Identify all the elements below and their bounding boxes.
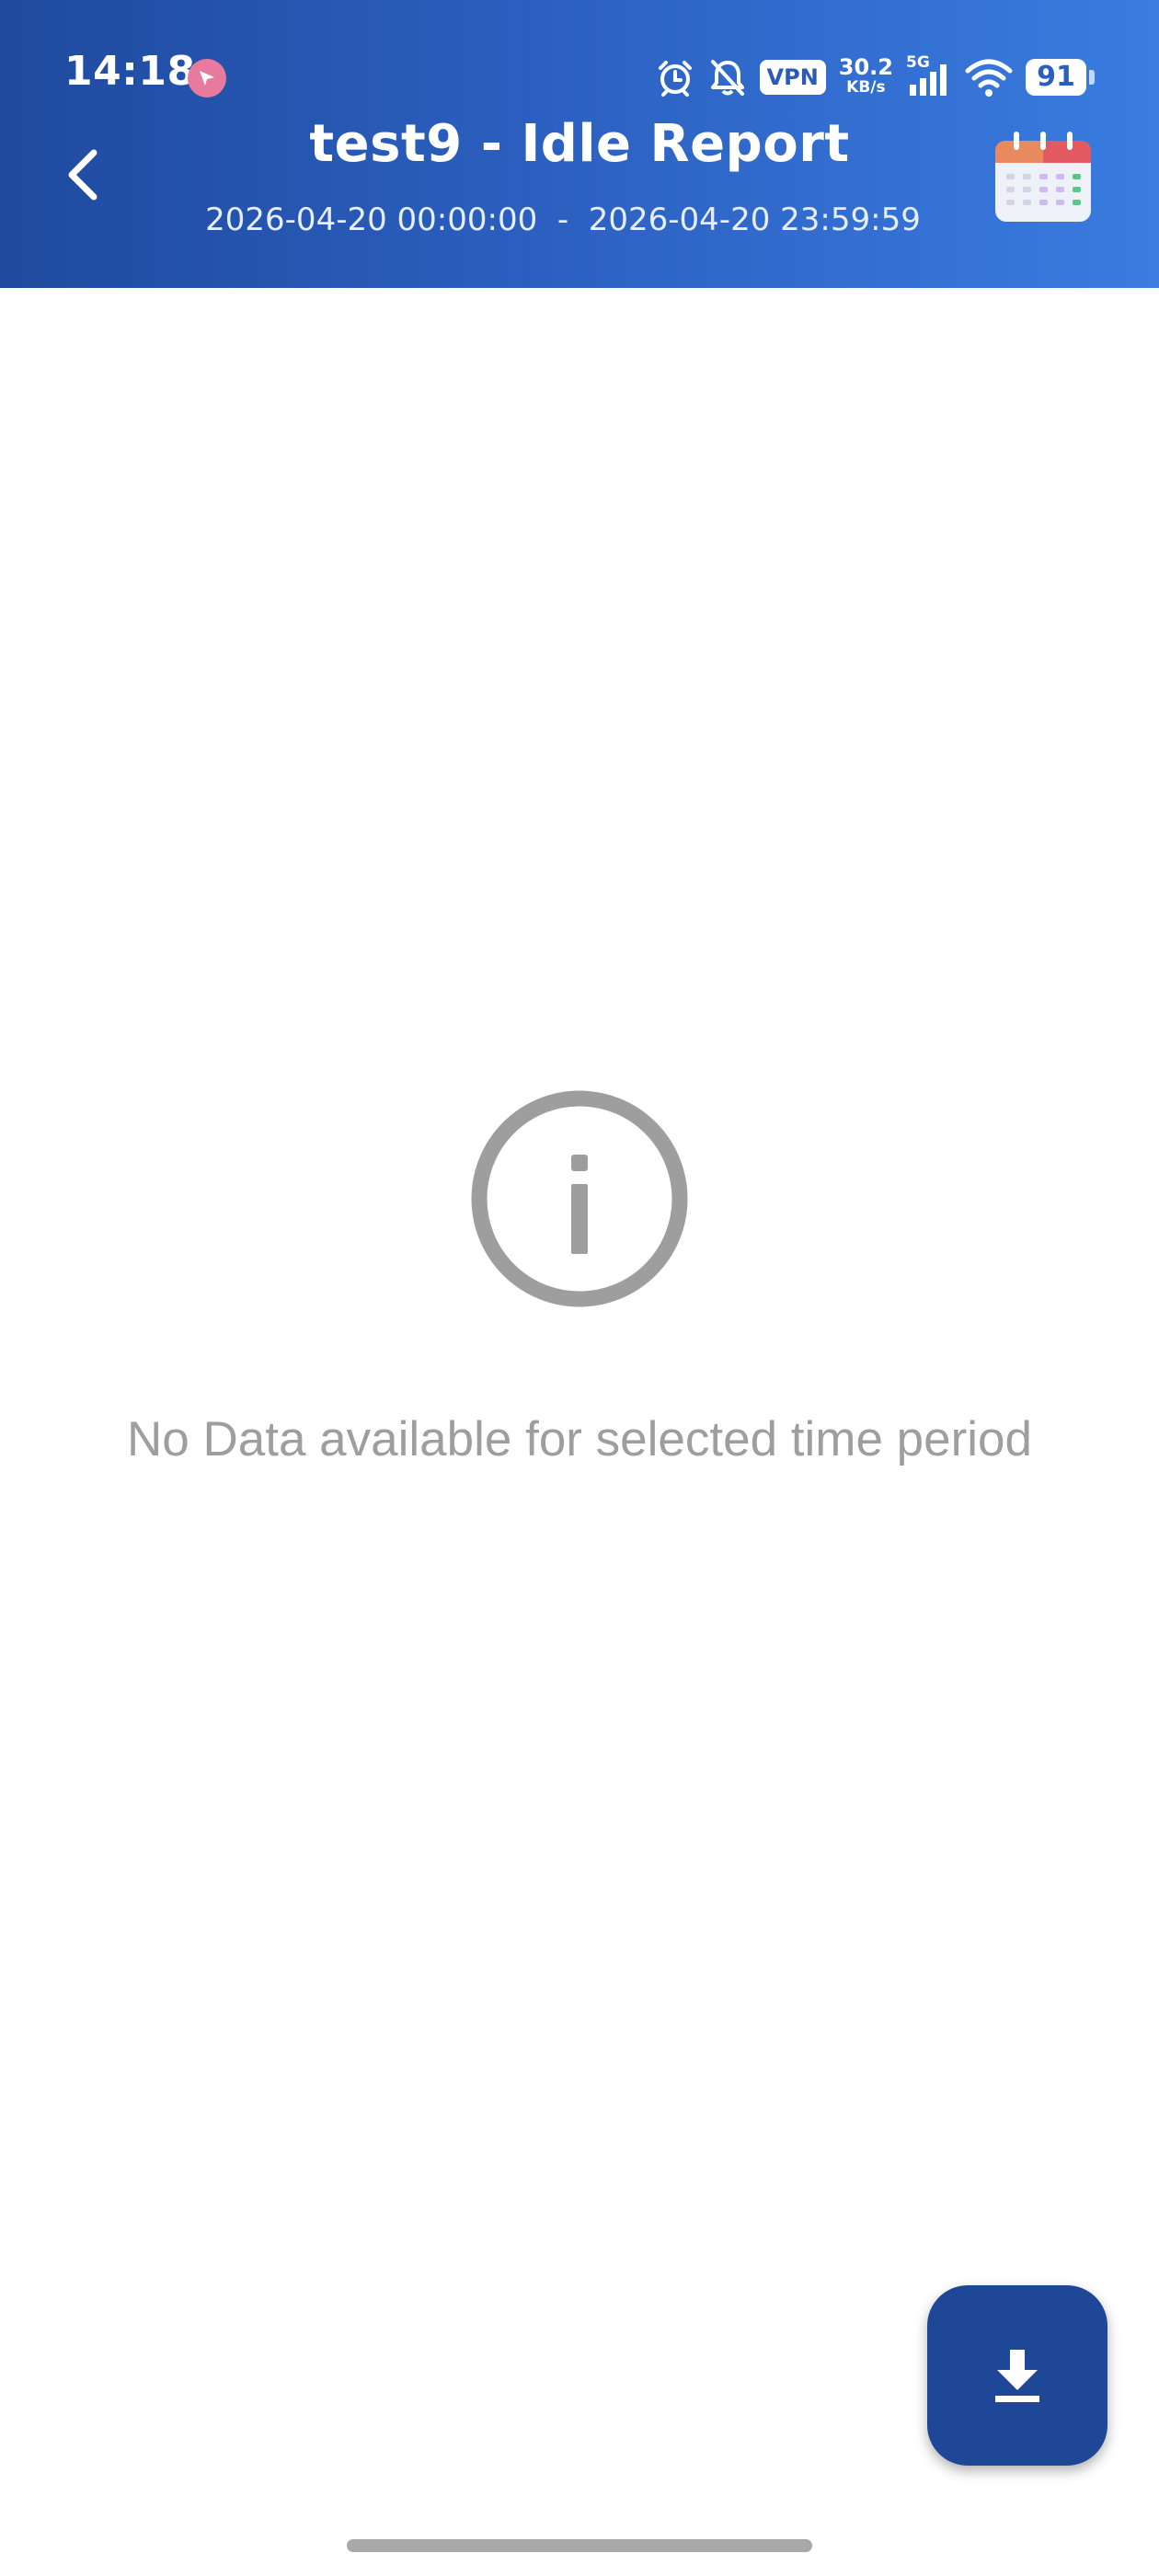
page-title: test9 - Idle Report bbox=[309, 114, 850, 174]
calendar-icon bbox=[995, 132, 1091, 222]
date-range: 2026-04-20 00:00:00 - 2026-04-20 23:59:5… bbox=[205, 201, 921, 238]
download-button[interactable] bbox=[927, 2285, 1107, 2466]
info-icon bbox=[471, 1090, 688, 1307]
calendar-button[interactable] bbox=[992, 132, 1095, 225]
empty-state-message: No Data available for selected time peri… bbox=[127, 1412, 1032, 1466]
vpn-badge: VPN bbox=[759, 60, 826, 95]
net-speed-unit: KB/s bbox=[846, 78, 886, 97]
bell-off-icon bbox=[708, 57, 747, 98]
battery-level: 91 bbox=[1026, 59, 1086, 96]
battery-icon: 91 bbox=[1026, 59, 1095, 96]
app-header: 14:18 VPN 30.2 KB/s 5G 91 test9 - Idle R… bbox=[0, 0, 1159, 288]
status-time: 14:18 bbox=[64, 48, 196, 95]
status-bar: 14:18 VPN 30.2 KB/s 5G 91 bbox=[0, 0, 1159, 120]
navigation-app-icon bbox=[188, 59, 226, 98]
net-speed: 30.2 KB/s bbox=[838, 54, 893, 98]
signal-icon: 5G bbox=[906, 53, 952, 99]
wifi-icon bbox=[965, 57, 1013, 98]
download-icon bbox=[995, 2350, 1039, 2402]
status-icons: VPN 30.2 KB/s 5G 91 bbox=[655, 52, 1095, 103]
home-indicator[interactable] bbox=[347, 2539, 812, 2552]
alarm-icon bbox=[655, 57, 695, 98]
net-speed-value: 30.2 bbox=[838, 54, 893, 80]
